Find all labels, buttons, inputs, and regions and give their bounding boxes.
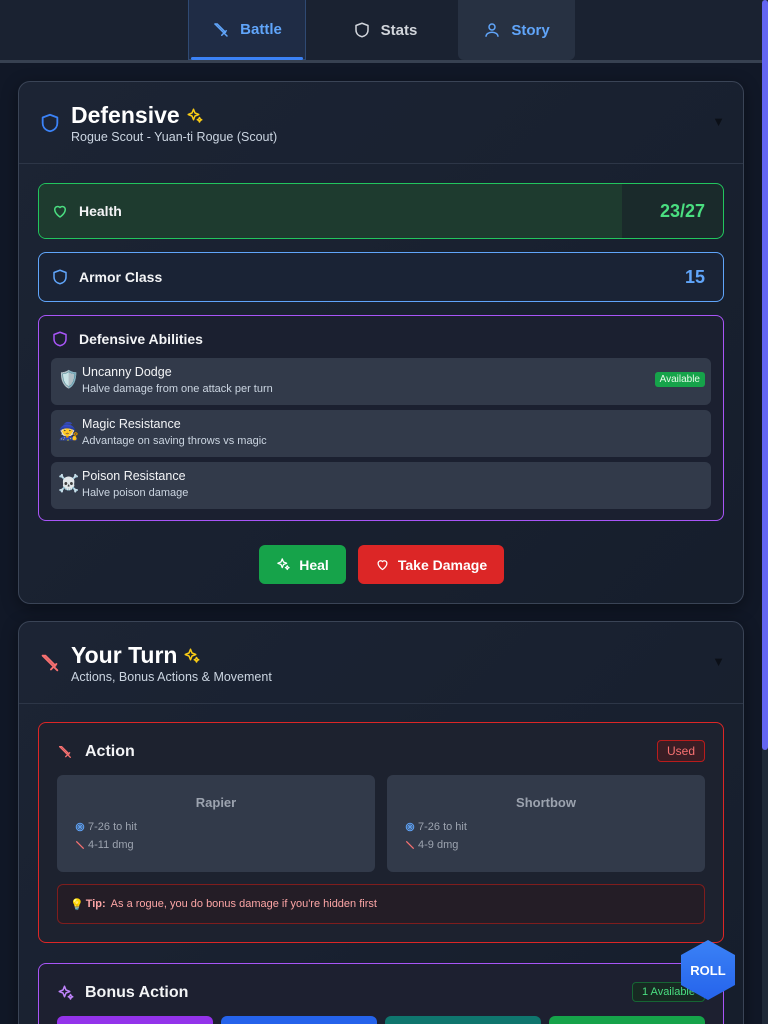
tab-stats[interactable]: Stats (340, 0, 430, 60)
ability-poison-resistance[interactable]: ☠️ Poison Resistance Halve poison damage (51, 462, 711, 509)
target-icon (75, 822, 85, 832)
ability-uncanny-dodge[interactable]: 🛡️ Uncanny Dodge Halve damage from one a… (51, 358, 711, 405)
weapon-card-rapier[interactable]: Rapier 7-26 to hit 4-11 dmg (57, 775, 375, 872)
ability-description: Halve poison damage (82, 487, 189, 499)
bonus-option-button[interactable] (221, 1016, 377, 1024)
shield-emoji-icon: 🛡️ (58, 370, 80, 389)
ability-description: Advantage on saving throws vs magic (82, 435, 267, 447)
tab-stats-label: Stats (380, 21, 418, 39)
bonus-option-button[interactable] (57, 1016, 213, 1024)
panel-title: Your Turn (71, 642, 201, 669)
heart-icon (377, 560, 388, 571)
top-tab-bar: Battle Stats Story (0, 0, 768, 63)
tab-battle[interactable]: Battle (188, 0, 306, 60)
weapon-hit: 7-26 to hit (88, 821, 137, 833)
panel-title: Defensive (71, 102, 204, 129)
health-label: Health (79, 203, 122, 219)
health-bar: Health 23/27 (38, 183, 724, 239)
sword-icon (406, 841, 414, 849)
shield-icon (41, 113, 59, 133)
bonus-action-header: Bonus Action (57, 984, 188, 1002)
weapon-damage-line: 4-11 dmg (75, 839, 134, 851)
heal-button-label: Heal (299, 556, 329, 573)
ability-name: Poison Resistance (82, 469, 186, 483)
armor-class-value: 15 (684, 266, 705, 287)
defensive-panel: Defensive Rogue Scout - Yuan-ti Rogue (S… (18, 81, 744, 604)
weapon-damage: 4-11 dmg (88, 839, 134, 851)
health-bar-fill (39, 184, 622, 238)
tab-battle-label: Battle (240, 21, 282, 38)
collapse-caret-icon[interactable]: ▼ (712, 114, 725, 129)
take-damage-button-label: Take Damage (397, 556, 488, 573)
bonus-option-button[interactable] (549, 1016, 705, 1024)
defensive-abilities-title: Defensive Abilities (79, 331, 203, 347)
rogue-tip: 💡 Tip: As a rogue, you do bonus damage i… (57, 884, 705, 924)
action-title: Action (85, 743, 135, 760)
target-icon (405, 822, 415, 832)
weapon-card-shortbow[interactable]: Shortbow 7-26 to hit 4-9 dmg (387, 775, 705, 872)
skull-emoji-icon: ☠️ (58, 474, 80, 493)
tab-story[interactable]: Story (458, 0, 575, 60)
defensive-title: Defensive (71, 102, 180, 128)
scrollbar-thumb[interactable] (762, 0, 768, 750)
weapon-hit-line: 7-26 to hit (75, 821, 137, 833)
defensive-panel-header[interactable]: Defensive Rogue Scout - Yuan-ti Rogue (S… (19, 82, 743, 164)
shield-icon (354, 22, 369, 38)
sword-icon (76, 841, 84, 849)
available-badge: Available (654, 372, 705, 387)
bonus-action-section: Bonus Action 1 Available (38, 963, 724, 1024)
armor-class-label: Armor Class (79, 269, 163, 285)
sparkles-icon (58, 985, 74, 1000)
sparkles-icon (187, 108, 203, 123)
action-used-badge: Used (656, 740, 705, 762)
ability-name: Uncanny Dodge (82, 365, 172, 379)
ability-magic-resistance[interactable]: 🧙 Magic Resistance Advantage on saving t… (51, 410, 711, 457)
ability-description: Halve damage from one attack per turn (82, 383, 273, 395)
weapon-damage-line: 4-9 dmg (405, 839, 458, 851)
user-icon (485, 23, 500, 37)
take-damage-button[interactable]: Take Damage (358, 545, 504, 584)
scrollbar-track[interactable] (762, 0, 768, 1024)
sparkles-icon (277, 558, 290, 571)
lightbulb-icon: 💡 (70, 898, 84, 911)
tab-story-label: Story (511, 21, 550, 39)
action-section: Action Used Rapier 7-26 to hit 4-11 dmg … (38, 722, 724, 943)
weapon-hit-line: 7-26 to hit (405, 821, 467, 833)
your-turn-panel-header[interactable]: Your Turn Actions, Bonus Actions & Movem… (19, 622, 743, 704)
tip-label: Tip: (85, 898, 106, 910)
weapon-hit: 7-26 to hit (418, 821, 467, 833)
your-turn-subtitle: Actions, Bonus Actions & Movement (71, 670, 272, 684)
mage-emoji-icon: 🧙 (58, 422, 80, 441)
sword-icon (214, 22, 228, 37)
weapon-damage: 4-9 dmg (418, 839, 459, 851)
bonus-option-button[interactable] (385, 1016, 541, 1024)
weapon-name: Shortbow (516, 795, 576, 810)
weapon-name: Rapier (195, 795, 237, 810)
armor-class-bar: Armor Class 15 (38, 252, 724, 302)
heal-button[interactable]: Heal (259, 545, 346, 584)
your-turn-panel: Your Turn Actions, Bonus Actions & Movem… (18, 621, 744, 1024)
tip-text: As a rogue, you do bonus damage if you'r… (110, 898, 377, 910)
action-header: Action (57, 743, 135, 761)
sword-icon (41, 654, 59, 672)
sword-icon (59, 746, 71, 758)
sparkles-icon (184, 648, 200, 663)
defensive-subtitle: Rogue Scout - Yuan-ti Rogue (Scout) (71, 130, 278, 144)
ability-name: Magic Resistance (82, 417, 181, 431)
collapse-caret-icon[interactable]: ▼ (712, 654, 725, 669)
defensive-abilities-header: Defensive Abilities (51, 330, 203, 348)
shield-icon (53, 269, 67, 285)
health-value: 23/27 (659, 200, 705, 221)
your-turn-title: Your Turn (71, 642, 178, 668)
shield-icon (53, 331, 67, 347)
roll-button-label: ROLL (690, 962, 726, 978)
heart-icon (54, 205, 66, 218)
defensive-abilities: Defensive Abilities 🛡️ Uncanny Dodge Hal… (38, 315, 724, 521)
bonus-action-title: Bonus Action (85, 984, 189, 1001)
